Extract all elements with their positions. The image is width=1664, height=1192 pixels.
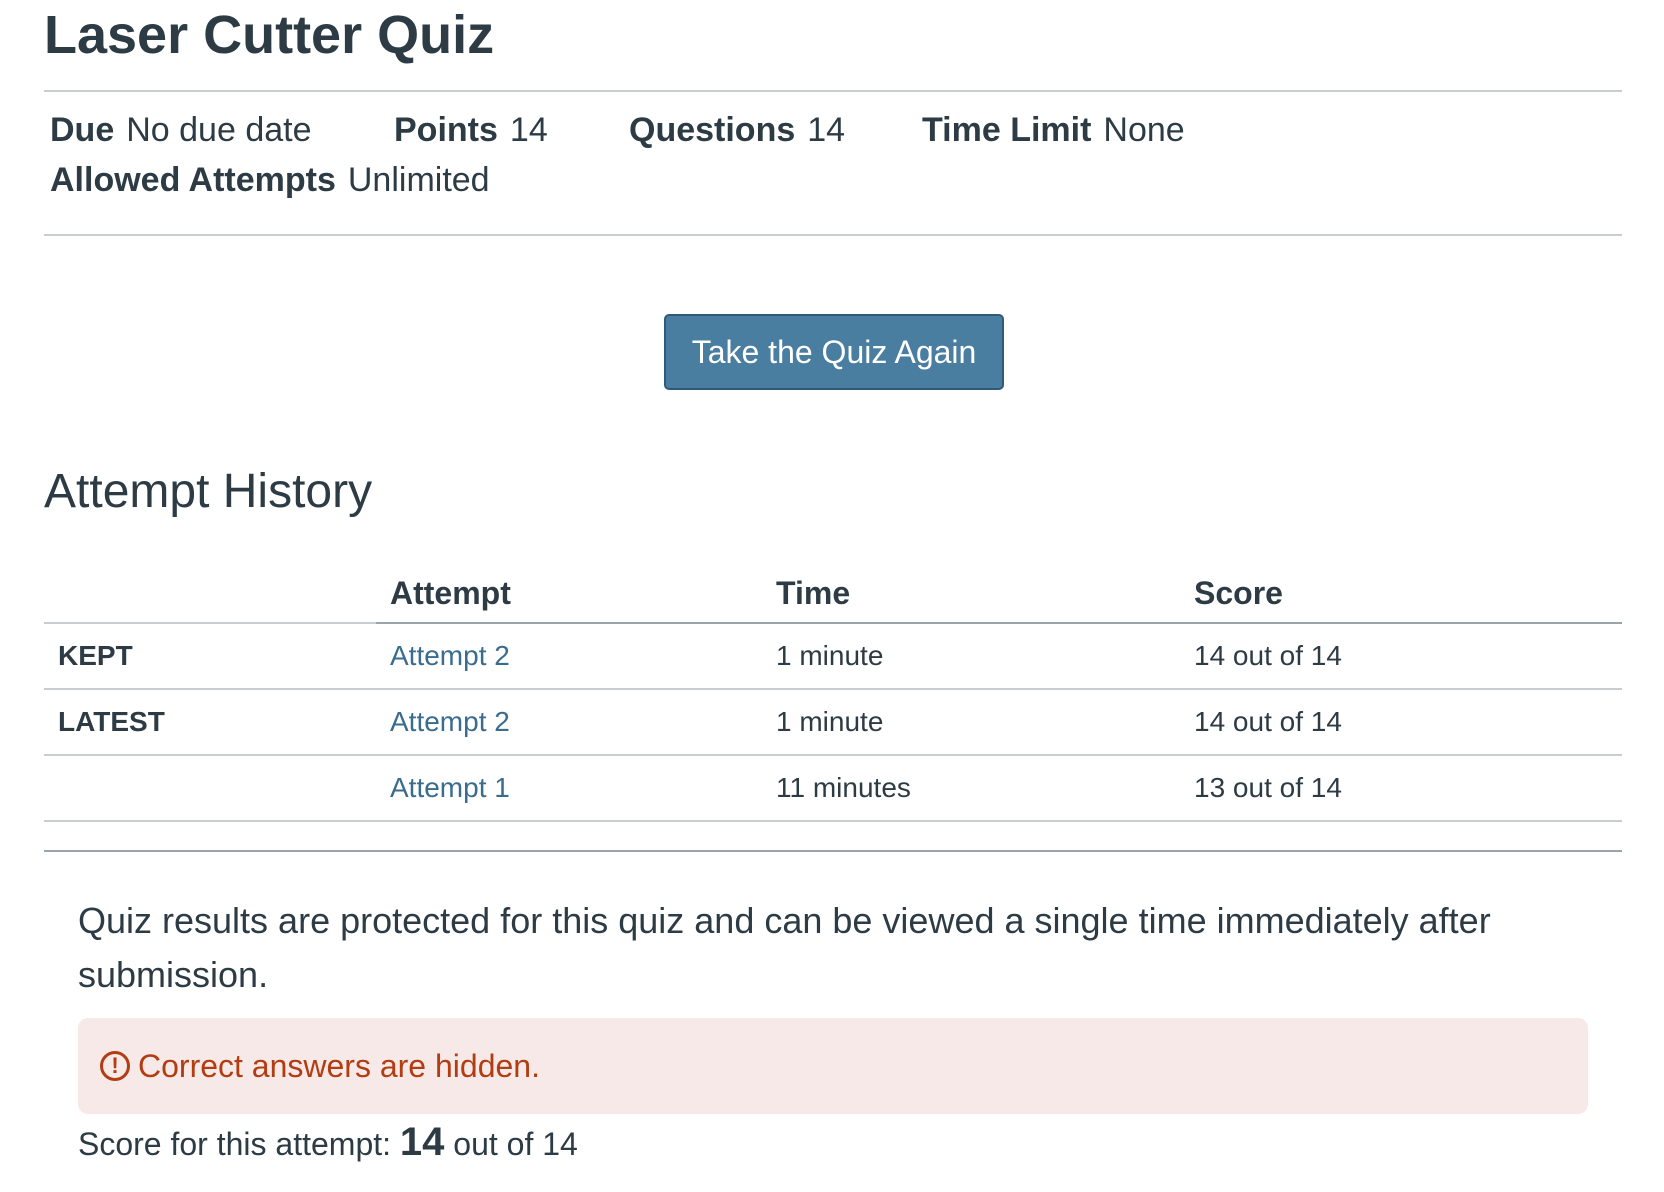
time-cell: 1 minute [776,623,1194,690]
allowed-attempts-detail: Allowed Attempts Unlimited [50,160,490,200]
quiz-page: Laser Cutter Quiz Due No due date Points 1… [44,0,1622,1164]
alert-text: Correct answers are hidden. [138,1047,540,1084]
time-cell: 11 minutes [776,755,1194,822]
quiz-details: Due No due date Points 14 Questions 14 Time… [44,92,1622,236]
column-header-score: Score [1194,556,1622,624]
page-title: Laser Cutter Quiz [44,0,1622,92]
due-label: Due [50,111,115,149]
attempt-history-table: Attempt Time Score KEPT Attempt 2 1 minu… [44,556,1622,822]
attempt-tag [44,755,376,822]
points-detail: Points 14 [394,110,548,150]
score-prefix: Score for this attempt: [78,1126,392,1162]
attempt-link[interactable]: Attempt 2 [390,706,510,737]
attempt-score: Score for this attempt: 14 out of 14 [78,1118,578,1168]
attempt-tag: KEPT [44,623,376,690]
questions-detail: Questions 14 [629,110,845,150]
time-limit-detail: Time Limit None [922,110,1185,150]
allowed-attempts-label: Allowed Attempts [50,161,336,199]
score-suffix: out of 14 [453,1126,578,1162]
points-label: Points [394,111,498,149]
time-limit-label: Time Limit [922,111,1092,149]
score-value: 14 [399,1120,445,1164]
allowed-attempts-value: Unlimited [347,161,490,199]
attempt-cell: Attempt 1 [376,755,776,822]
attempt-cell: Attempt 2 [376,689,776,756]
column-header-tag [44,556,376,624]
table-row: LATEST Attempt 2 1 minute 14 out of 14 [44,689,1622,756]
score-cell: 14 out of 14 [1194,623,1622,690]
attempt-cell: Attempt 2 [376,623,776,690]
questions-value: 14 [807,111,846,149]
time-limit-value: None [1103,111,1185,149]
points-value: 14 [509,111,548,149]
attempt-history-title: Attempt History [44,465,373,518]
due-detail: Due No due date [50,110,312,150]
attempt-tag: LATEST [44,689,376,756]
attempt-link[interactable]: Attempt 2 [390,640,510,671]
column-header-attempt: Attempt [376,556,776,624]
due-value: No due date [126,111,312,149]
score-cell: 13 out of 14 [1194,755,1622,822]
score-cell: 14 out of 14 [1194,689,1622,756]
time-cell: 1 minute [776,689,1194,756]
section-divider [44,850,1622,852]
column-header-time: Time [776,556,1194,624]
attempt-link[interactable]: Attempt 1 [390,772,510,803]
table-row: KEPT Attempt 2 1 minute 14 out of 14 [44,623,1622,690]
warning-circle-icon: ! [100,1051,130,1081]
table-row: Attempt 1 11 minutes 13 out of 14 [44,755,1622,822]
results-protected-message: Quiz results are protected for this quiz… [78,900,1491,995]
table-header-row: Attempt Time Score [44,556,1622,624]
take-quiz-container: Take the Quiz Again [664,314,1004,390]
correct-answers-hidden-alert: ! Correct answers are hidden. [78,1018,1588,1114]
take-quiz-again-button[interactable]: Take the Quiz Again [664,314,1004,390]
questions-label: Questions [629,111,796,149]
